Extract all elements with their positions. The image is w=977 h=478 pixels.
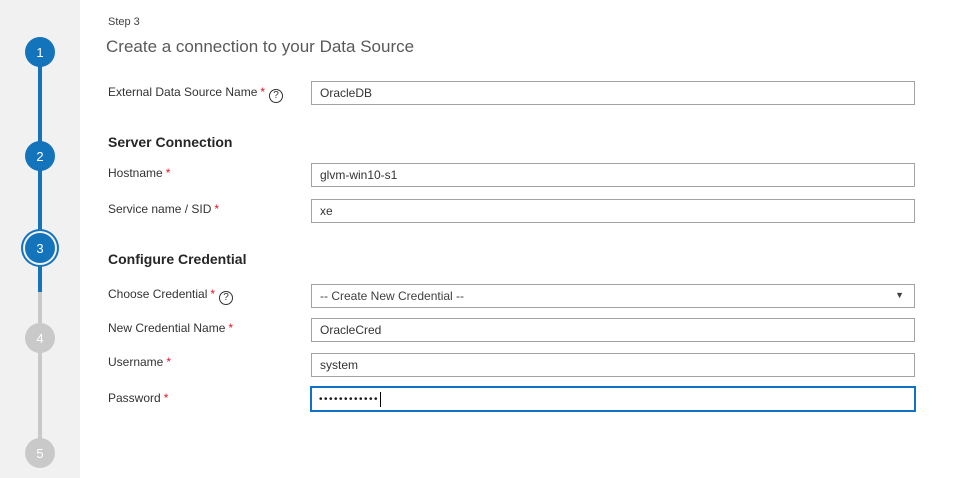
wizard-page: 1 2 3 4 5 Step 3 Create a connection to …: [0, 0, 977, 478]
choose-credential-label: Choose Credential*?: [108, 287, 233, 305]
step-1-circle[interactable]: 1: [25, 37, 55, 67]
required-marker: *: [210, 287, 215, 301]
required-marker: *: [260, 85, 265, 99]
stepper-remaining-line: [38, 292, 42, 453]
stepper-rail: 1 2 3 4 5: [0, 0, 80, 478]
label-text: Username: [108, 355, 163, 369]
hostname-label: Hostname*: [108, 166, 170, 180]
label-text: Password: [108, 391, 161, 405]
label-text: Choose Credential: [108, 287, 207, 301]
required-marker: *: [228, 321, 233, 335]
choose-credential-select[interactable]: -- Create New Credential -- ▼: [311, 284, 915, 308]
service-name-sid-input[interactable]: [311, 199, 915, 223]
selected-option-text: -- Create New Credential --: [320, 289, 464, 303]
label-text: Hostname: [108, 166, 163, 180]
username-input[interactable]: [311, 353, 915, 377]
username-label: Username*: [108, 355, 171, 369]
page-title: Create a connection to your Data Source: [106, 37, 414, 57]
server-connection-section-title: Server Connection: [108, 134, 232, 150]
help-icon[interactable]: ?: [219, 291, 233, 305]
label-text: External Data Source Name: [108, 85, 257, 99]
step-2-circle[interactable]: 2: [25, 141, 55, 171]
external-data-source-name-input[interactable]: [311, 81, 915, 105]
external-data-source-name-label: External Data Source Name*?: [108, 85, 283, 103]
masked-password-text: ••••••••••••: [319, 394, 379, 405]
text-caret: [380, 392, 381, 407]
required-marker: *: [214, 202, 219, 216]
chevron-down-icon: ▼: [895, 290, 904, 300]
label-text: Service name / SID: [108, 202, 211, 216]
step-label: Step 3: [108, 16, 140, 28]
password-input[interactable]: ••••••••••••: [310, 386, 916, 412]
step-3-circle[interactable]: 3: [25, 233, 55, 263]
service-name-sid-label: Service name / SID*: [108, 202, 219, 216]
required-marker: *: [166, 166, 171, 180]
configure-credential-section-title: Configure Credential: [108, 251, 246, 267]
new-credential-name-label: New Credential Name*: [108, 321, 233, 335]
step-4-circle[interactable]: 4: [25, 323, 55, 353]
required-marker: *: [164, 391, 169, 405]
required-marker: *: [166, 355, 171, 369]
password-label: Password*: [108, 391, 168, 405]
hostname-input[interactable]: [311, 163, 915, 187]
new-credential-name-input[interactable]: [311, 318, 915, 342]
label-text: New Credential Name: [108, 321, 225, 335]
help-icon[interactable]: ?: [269, 89, 283, 103]
step-5-circle[interactable]: 5: [25, 438, 55, 468]
